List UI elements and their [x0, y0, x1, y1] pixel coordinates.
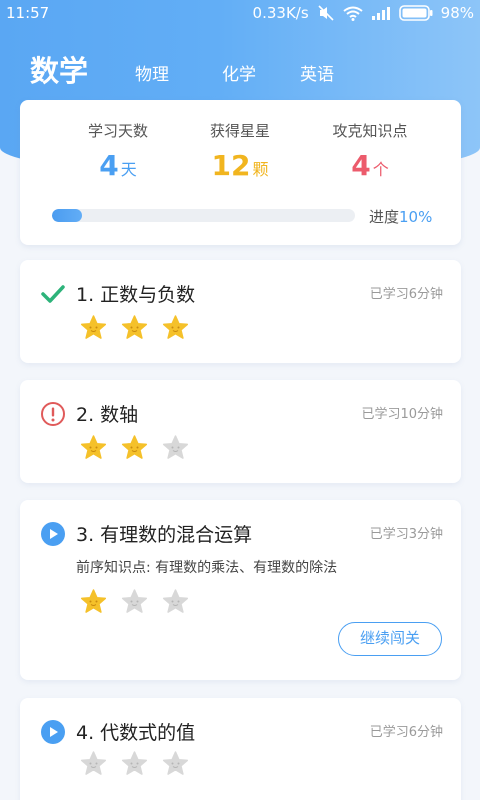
lesson-title: 3. 有理数的混合运算 [76, 524, 253, 546]
lesson-card[interactable]: 3. 有理数的混合运算 已学习3分钟 前序知识点: 有理数的乘法、有理数的除法 … [20, 500, 461, 680]
continue-button[interactable]: 继续闯关 [338, 622, 442, 656]
stat-stars: 获得星星 12 颗 [165, 120, 315, 182]
stat-unit: 颗 [252, 160, 269, 179]
star-filled-icon [121, 314, 148, 341]
warning-icon [40, 401, 66, 427]
star-filled-icon [80, 588, 107, 615]
stat-number: 12 [211, 149, 251, 182]
star-filled-icon [80, 314, 107, 341]
star-empty-icon [80, 750, 107, 777]
tab-chemistry[interactable]: 化学 [222, 60, 256, 85]
stat-number: 4 [351, 149, 371, 182]
stat-value: 12 颗 [165, 149, 315, 182]
stat-label: 获得星星 [209, 122, 270, 140]
lesson-title: 2. 数轴 [76, 404, 139, 426]
stat-unit: 个 [372, 160, 389, 179]
mute-icon [317, 5, 335, 21]
star-empty-icon [162, 750, 189, 777]
network-speed: 0.33K/s [252, 4, 309, 22]
summary-card: 学习天数 4天 获得星星 12 颗 攻克知识点 4个 进度10% [20, 100, 461, 245]
star-filled-icon [162, 314, 189, 341]
tab-physics[interactable]: 物理 [135, 60, 169, 85]
lesson-card[interactable]: 1. 正数与负数 已学习6分钟 [20, 260, 461, 363]
battery-icon [398, 5, 433, 21]
star-rating [80, 750, 189, 777]
progress-label: 进度10% [369, 206, 432, 227]
star-filled-icon [121, 434, 148, 461]
progress-fill [52, 209, 83, 222]
star-rating [80, 434, 189, 461]
progress-text: 进度 [369, 208, 400, 226]
lesson-title: 4. 代数式的值 [76, 722, 196, 744]
stat-unit: 天 [120, 160, 137, 179]
star-empty-icon [162, 588, 189, 615]
play-icon [40, 521, 66, 547]
star-empty-icon [121, 588, 148, 615]
play-icon [40, 719, 66, 745]
status-bar: 11:57 0.33K/s 98% [0, 0, 480, 26]
prerequisite-text: 前序知识点: 有理数的乘法、有理数的除法 [76, 560, 338, 576]
lesson-study-time: 已学习6分钟 [369, 725, 443, 740]
star-rating [80, 314, 189, 341]
wifi-icon [343, 6, 363, 21]
stat-label: 攻克知识点 [332, 122, 408, 140]
lesson-study-time: 已学习3分钟 [369, 527, 443, 542]
battery-percent: 98% [440, 4, 474, 22]
tab-english[interactable]: 英语 [300, 60, 334, 85]
star-rating [80, 588, 189, 615]
check-icon [40, 281, 66, 307]
lesson-study-time: 已学习10分钟 [361, 407, 443, 422]
tab-math[interactable]: 数学 [30, 48, 88, 90]
progress-bar [52, 209, 355, 222]
lesson-card[interactable]: 4. 代数式的值 已学习6分钟 [20, 698, 461, 800]
subject-tabs: 数学 物理 化学 英语 [0, 46, 480, 90]
lesson-title: 1. 正数与负数 [76, 284, 196, 306]
lesson-card[interactable]: 2. 数轴 已学习10分钟 [20, 380, 461, 483]
star-empty-icon [162, 434, 189, 461]
lesson-study-time: 已学习6分钟 [369, 287, 443, 302]
stat-number: 4 [99, 149, 119, 182]
progress-percent: 10% [399, 208, 433, 226]
stat-knowledge-points: 攻克知识点 4个 [295, 120, 445, 182]
signal-icon [371, 6, 391, 20]
clock: 11:57 [6, 4, 50, 22]
star-filled-icon [80, 434, 107, 461]
stat-value: 4个 [295, 149, 445, 182]
star-empty-icon [121, 750, 148, 777]
